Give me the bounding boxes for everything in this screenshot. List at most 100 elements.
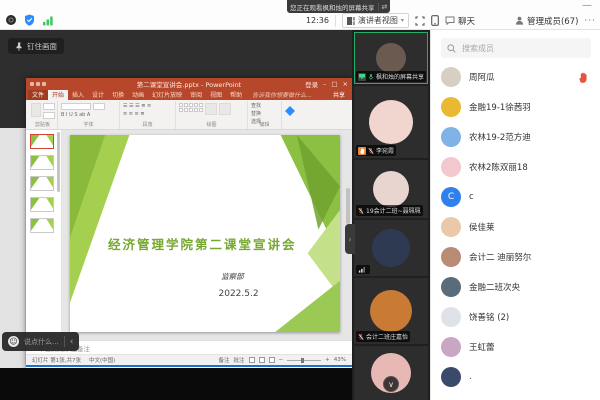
window-edge-accent: [26, 365, 352, 367]
ppt-signin-label[interactable]: 登录: [305, 79, 318, 89]
collapse-chat-icon[interactable]: ‹: [70, 337, 74, 347]
zoom-level[interactable]: 43%: [334, 357, 346, 363]
thumbnail-scrollbar[interactable]: [57, 132, 60, 192]
video-tile[interactable]: 枫和烛的屏幕共享: [354, 32, 428, 84]
layout-view-label: 演讲者视图: [358, 15, 398, 26]
participant-name: 19会计二班~聂珮珮: [366, 206, 421, 215]
slide-canvas: 经济管理学院第二课堂宣讲会 监察部 2022.5.2: [62, 130, 352, 340]
member-row[interactable]: 金融19-1徐茜羽: [431, 92, 600, 122]
ppt-ribbon-tab[interactable]: 帮助: [226, 89, 246, 100]
video-tile[interactable]: 李宛霞: [354, 86, 428, 158]
ribbon-group-paragraph[interactable]: ☰ ☰ ☰ ≣ ≡ ≡ ≡ ≡ ≣ 段落: [120, 101, 176, 129]
member-avatar: [441, 97, 461, 117]
member-row[interactable]: 饶善铭 (2): [431, 302, 600, 332]
member-search-input[interactable]: [460, 43, 580, 54]
member-name: 农林2陈双丽18: [469, 161, 590, 173]
normal-view-icon[interactable]: [249, 357, 255, 363]
slide-thumbnail[interactable]: [30, 155, 54, 170]
ribbon-group-addin[interactable]: [282, 101, 350, 129]
chat-tab[interactable]: 聊天: [445, 15, 475, 27]
member-avatar: [441, 247, 461, 267]
zoom-in-button[interactable]: +: [325, 357, 330, 363]
ribbon-group-drawing[interactable]: 绘图: [176, 101, 248, 129]
quick-chat-placeholder[interactable]: 说点什么...: [24, 337, 59, 347]
ppt-tellme-box[interactable]: 告诉我你想要做什么...: [246, 89, 318, 100]
person-icon: [515, 16, 524, 25]
ppt-ribbon-tab[interactable]: 开始: [48, 89, 68, 100]
collapse-strip-handle[interactable]: ›: [345, 224, 355, 254]
ppt-titlebar: 第二课堂宣讲会.pptx - PowerPoint 登录 – □ ×: [26, 78, 352, 90]
layout-grid-icon: [347, 17, 355, 25]
avatar-initial: C: [448, 192, 454, 202]
fullscreen-icon[interactable]: [415, 16, 425, 26]
ppt-ribbon-tab[interactable]: 动画: [128, 89, 148, 100]
ppt-minimize-icon[interactable]: –: [323, 80, 326, 88]
video-tile-label: 会计二班庄嘉怡: [356, 331, 410, 342]
ppt-ribbon-tab[interactable]: 设计: [88, 89, 108, 100]
manage-members-tab[interactable]: 管理成员(67): [515, 15, 578, 27]
ribbon-group-font[interactable]: B I U S ab A 字体: [58, 101, 120, 129]
manage-members-label: 管理成员(67): [527, 15, 578, 27]
ppt-ribbon-tab[interactable]: 插入: [68, 89, 88, 100]
current-slide[interactable]: 经济管理学院第二课堂宣讲会 监察部 2022.5.2: [70, 135, 340, 332]
ppt-close-icon[interactable]: ×: [343, 80, 348, 88]
ribbon-group-editing[interactable]: 查找 替换 选择 编辑: [248, 101, 282, 129]
language-indicator[interactable]: 中文(中国): [89, 356, 115, 364]
slide-sorter-view-icon[interactable]: [259, 357, 265, 363]
slideshow-view-icon[interactable]: [269, 357, 275, 363]
canvas-scrollbar[interactable]: [346, 188, 350, 224]
slide-thumbnail[interactable]: [30, 134, 54, 149]
member-avatar: [441, 127, 461, 147]
minimize-window-button[interactable]: —: [582, 0, 592, 11]
ppt-ribbon-tab[interactable]: 视图: [206, 89, 226, 100]
member-row[interactable]: .: [431, 362, 600, 392]
network-signal-icon[interactable]: [42, 15, 54, 26]
audio-device-icon[interactable]: [5, 14, 17, 26]
switch-view-icon[interactable]: ⇄: [378, 3, 388, 11]
slide-thumbnail[interactable]: [30, 218, 54, 233]
raised-hand-icon: [358, 147, 366, 155]
scroll-down-button[interactable]: ∨: [383, 376, 399, 392]
zoom-slider[interactable]: [287, 360, 321, 361]
ppt-ribbon-tab[interactable]: 审阅: [186, 89, 206, 100]
ppt-ribbon: 剪贴板 B I U S ab A 字体 ☰ ☰ ☰ ≣ ≡ ≡ ≡ ≡ ≣ 段落: [26, 100, 352, 130]
more-options-button[interactable]: ···: [584, 16, 596, 26]
member-row[interactable]: 会计二 迪丽努尔: [431, 242, 600, 272]
emoji-icon[interactable]: ☺: [8, 336, 19, 347]
video-tile[interactable]: [354, 220, 428, 276]
video-tile[interactable]: 会计二班庄嘉怡: [354, 278, 428, 344]
divider: [64, 336, 65, 347]
pin-view-label: 钉住画面: [27, 41, 57, 52]
pin-view-button[interactable]: 钉住画面: [8, 38, 64, 54]
member-avatar: [441, 67, 461, 87]
ppt-restore-icon[interactable]: □: [331, 80, 337, 88]
member-row[interactable]: C c: [431, 182, 600, 212]
ppt-ribbon-tab[interactable]: 文件: [28, 89, 48, 100]
security-shield-icon[interactable]: [24, 14, 35, 26]
ppt-workspace: 经济管理学院第二课堂宣讲会 监察部 2022.5.2: [26, 130, 352, 340]
member-row[interactable]: 金融二班次央: [431, 272, 600, 302]
comments-toggle[interactable]: 批注: [234, 356, 245, 364]
member-row[interactable]: 农林2陈双丽18: [431, 152, 600, 182]
addin-icon: [285, 106, 295, 116]
quick-chat-bar[interactable]: ☺ 说点什么... ‹: [2, 332, 79, 351]
notes-toggle[interactable]: 备注: [219, 356, 230, 364]
ppt-ribbon-tab[interactable]: 幻灯片放映: [148, 89, 186, 100]
video-tile[interactable]: 19会计二班~聂珮珮: [354, 160, 428, 218]
ppt-share-button[interactable]: 共享: [328, 89, 350, 100]
member-search-box[interactable]: [441, 38, 591, 58]
member-row[interactable]: 侯佳莱: [431, 212, 600, 242]
video-tile[interactable]: ∨: [354, 346, 428, 400]
mic-muted-icon: [358, 333, 364, 341]
layout-view-button[interactable]: 演讲者视图 ▾: [342, 13, 409, 28]
slide-thumbnail[interactable]: [30, 197, 54, 212]
zoom-out-button[interactable]: −: [279, 357, 284, 363]
ppt-ribbon-tab[interactable]: 切换: [108, 89, 128, 100]
topbar-controls: 12:36 演讲者视图 ▾ 聊天 管理成员(67) ···: [306, 13, 596, 28]
slide-thumbnail[interactable]: [30, 176, 54, 191]
member-row[interactable]: 农林19-2范方迪: [431, 122, 600, 152]
member-row[interactable]: 王虹蕾: [431, 332, 600, 362]
phone-mode-icon[interactable]: [431, 15, 439, 26]
ribbon-group-clipboard[interactable]: 剪贴板: [28, 101, 58, 129]
member-row[interactable]: 周阿瓜: [431, 62, 600, 92]
